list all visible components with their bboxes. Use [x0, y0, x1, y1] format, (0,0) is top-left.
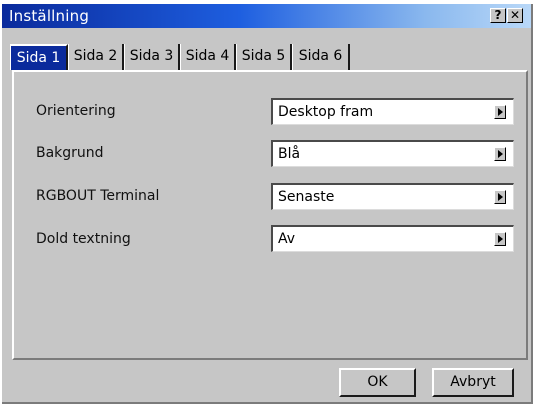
tab-label: Sida 4 — [185, 48, 230, 64]
tab-sida-1[interactable]: Sida 1 — [10, 44, 68, 70]
window-title: Inställning — [9, 7, 90, 25]
dropdown-arrow-icon[interactable] — [494, 105, 506, 119]
close-button[interactable]: ✕ — [507, 8, 523, 23]
tab-sida-6[interactable]: Sida 6 — [292, 44, 350, 70]
ok-button[interactable]: OK — [339, 368, 416, 397]
closed-caption-select[interactable]: Av — [271, 225, 514, 252]
close-icon: ✕ — [509, 8, 521, 22]
orientation-select[interactable]: Desktop fram — [271, 98, 514, 125]
closed-caption-label: Dold textning — [36, 231, 131, 247]
tab-label: Sida 3 — [129, 48, 174, 64]
rgbout-terminal-select[interactable]: Senaste — [271, 183, 514, 210]
tab-sida-4[interactable]: Sida 4 — [180, 44, 236, 70]
settings-dialog: Inställning ? ✕ Sida 1 Sida 2 Sida 3 Sid… — [2, 4, 533, 404]
rgbout-terminal-value: Senaste — [278, 189, 335, 205]
tab-sida-5[interactable]: Sida 5 — [236, 44, 292, 70]
help-button[interactable]: ? — [490, 8, 506, 23]
background-label: Bakgrund — [36, 145, 104, 161]
background-select[interactable]: Blå — [271, 140, 514, 167]
settings-panel: Orientering Desktop fram Bakgrund Blå RG… — [12, 70, 528, 360]
tab-label: Sida 6 — [298, 48, 343, 64]
orientation-label: Orientering — [36, 103, 116, 119]
title-bar[interactable]: Inställning ? ✕ — [2, 4, 531, 28]
tab-sida-3[interactable]: Sida 3 — [124, 44, 180, 70]
dropdown-arrow-icon[interactable] — [494, 190, 506, 204]
help-icon: ? — [494, 8, 502, 22]
cancel-button[interactable]: Avbryt — [432, 368, 514, 397]
orientation-value: Desktop fram — [278, 104, 374, 120]
dropdown-arrow-icon[interactable] — [494, 232, 506, 246]
dropdown-arrow-icon[interactable] — [494, 147, 506, 161]
tab-sida-2[interactable]: Sida 2 — [68, 44, 124, 70]
rgbout-terminal-label: RGBOUT Terminal — [36, 188, 160, 204]
tab-label: Sida 2 — [73, 48, 118, 64]
tab-label: Sida 1 — [16, 50, 61, 66]
tab-label: Sida 5 — [241, 48, 286, 64]
background-value: Blå — [278, 146, 301, 162]
closed-caption-value: Av — [278, 231, 296, 247]
